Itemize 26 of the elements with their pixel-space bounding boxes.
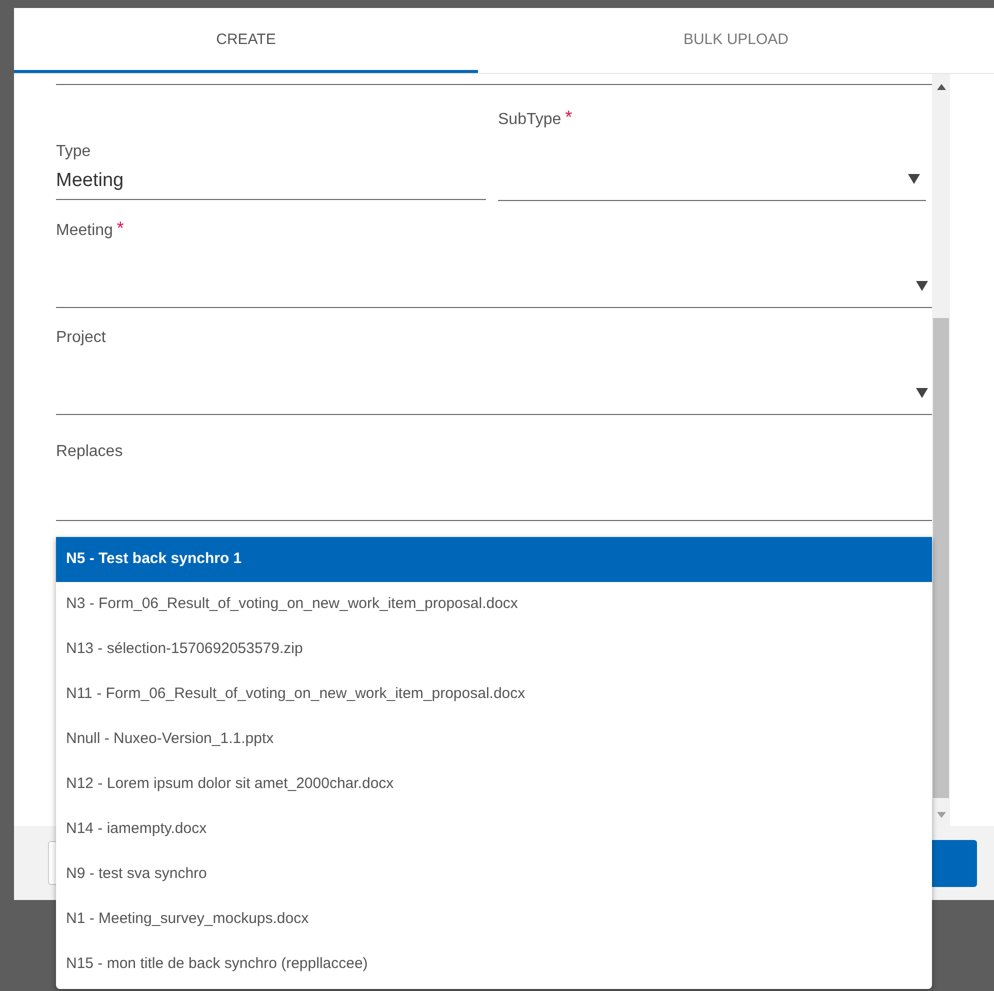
tab[interactable]: BULK UPLOAD xyxy=(478,8,994,73)
dropdown-option[interactable]: N14 - iamempty.docx xyxy=(56,807,932,852)
caret-icon xyxy=(916,280,928,292)
field-label: Project xyxy=(56,328,106,348)
dropdown-option[interactable]: Nnull - Nuxeo-Version_1.1.pptx xyxy=(56,717,932,762)
dropdown-option[interactable]: N5 - Test back synchro 1 xyxy=(56,537,932,582)
field-label: Meeting xyxy=(56,221,113,241)
dropdown-option[interactable]: N3 - Form_06_Result_of_voting_on_new_work_item_proposal.docx xyxy=(56,582,932,627)
caret-icon xyxy=(908,172,920,184)
dropdown-option[interactable]: N13 - sélection-1570692053579.zip xyxy=(56,627,932,672)
dropdown-option[interactable]: N15 - mon title de back synchro (reppllaccee) xyxy=(56,942,932,987)
scrollbar[interactable] xyxy=(932,74,950,826)
dropdown-option[interactable]: N11 - Form_06_Result_of_voting_on_new_work_item_proposal.docx xyxy=(56,672,932,717)
required-mark: * xyxy=(565,108,572,126)
caret-icon xyxy=(916,386,928,398)
dropdown-option[interactable]: N9 - test sva synchro xyxy=(56,852,932,897)
dropdown-option[interactable]: N12 - Lorem ipsum dolor sit amet_2000char.docx xyxy=(56,762,932,807)
type-field[interactable]: Meeting xyxy=(56,164,486,200)
field-label: SubType xyxy=(498,110,562,130)
scrollbar-thumb[interactable] xyxy=(933,318,949,798)
field-label: Type xyxy=(56,142,91,162)
field-label: Replaces xyxy=(56,442,123,462)
required-mark: * xyxy=(116,219,124,237)
tab[interactable]: CREATE xyxy=(14,8,478,73)
dropdown-option[interactable]: N1 - Meeting_survey_mockups.docx xyxy=(56,897,932,942)
scroll-up-icon[interactable] xyxy=(936,84,946,90)
